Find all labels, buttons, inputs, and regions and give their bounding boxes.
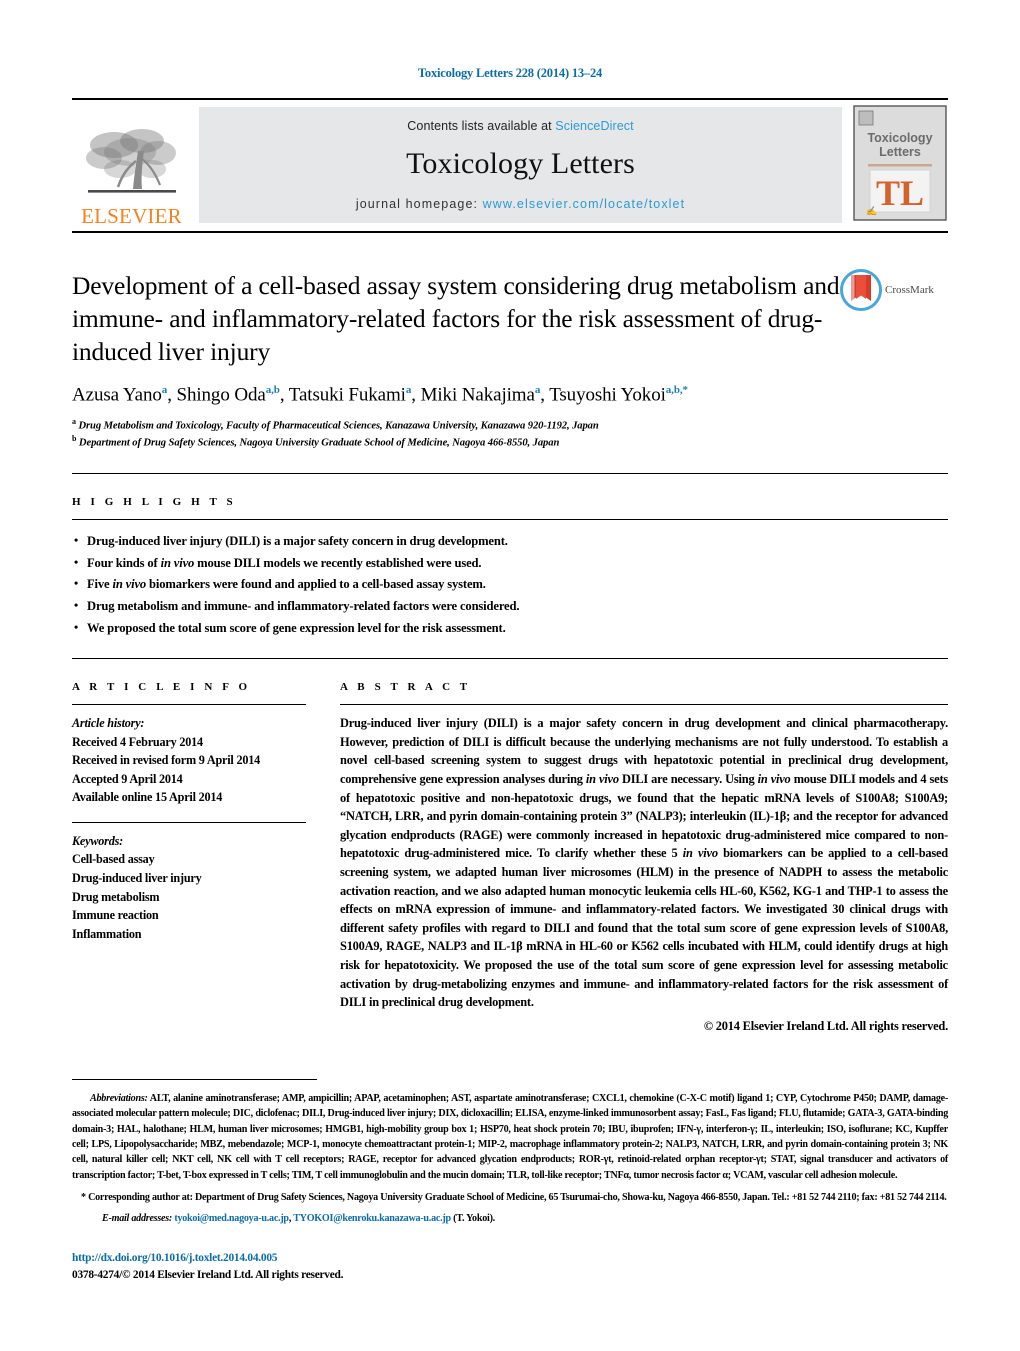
elsevier-wordmark: ELSEVIER xyxy=(81,204,182,228)
history-item: Accepted 9 April 2014 xyxy=(72,771,183,786)
doi-block: http://dx.doi.org/10.1016/j.toxlet.2014.… xyxy=(72,1250,948,1284)
list-item: We proposed the total sum score of gene … xyxy=(72,617,948,640)
history-item: Available online 15 April 2014 xyxy=(72,790,223,805)
article-history-block: Article history: Received 4 February 201… xyxy=(72,714,306,807)
article-info-heading: A R T I C L E I N F O xyxy=(72,681,251,694)
list-item: Drug metabolism and immune- and inflamma… xyxy=(72,595,948,618)
contents-box: Contents lists available at ScienceDirec… xyxy=(199,107,842,223)
keyword-item: Cell-based assay xyxy=(72,852,155,867)
author-list: Azusa Yanoa, Shingo Odaa,b, Tatsuki Fuka… xyxy=(72,384,688,406)
highlights-rule xyxy=(72,518,948,520)
journal-title: Toxicology Letters xyxy=(406,147,635,180)
homepage-url-link[interactable]: www.elsevier.com/locate/toxlet xyxy=(483,197,686,211)
keyword-item: Inflammation xyxy=(72,926,142,941)
corresponding-mark: * xyxy=(81,1191,86,1203)
email-note: E-mail addresses: tyokoi@med.nagoya-u.ac… xyxy=(72,1211,948,1226)
journal-masthead: ELSEVIER Contents lists available at Sci… xyxy=(72,98,948,233)
abbreviations-text: ALT, alanine aminotransferase; AMP, ampi… xyxy=(72,1092,948,1181)
journal-cover-thumbnail[interactable]: Toxicology Letters TL ✍ xyxy=(852,104,948,227)
article-history-label: Article history: xyxy=(72,716,145,731)
page-title: Development of a cell-based assay system… xyxy=(72,271,840,367)
keyword-item: Drug metabolism xyxy=(72,889,160,904)
keywords-block: Keywords: Cell-based assay Drug-induced … xyxy=(72,832,306,943)
affiliation-b: b Department of Drug Safety Sciences, Na… xyxy=(72,433,948,451)
svg-text:Toxicology: Toxicology xyxy=(867,131,932,145)
title-block: CrossMark Development of a cell-based as… xyxy=(72,269,948,451)
highlights-heading: H I G H L I G H T S xyxy=(72,495,237,508)
abbreviations-label: Abbreviations: xyxy=(90,1092,148,1104)
keywords-label: Keywords: xyxy=(72,833,124,848)
svg-text:✍: ✍ xyxy=(866,206,877,216)
svg-text:Letters: Letters xyxy=(879,145,921,159)
elsevier-tree-icon xyxy=(85,129,176,193)
email-suffix: (T. Yokoi). xyxy=(453,1213,495,1225)
divider-above-highlights xyxy=(72,472,948,474)
sciencedirect-link[interactable]: ScienceDirect xyxy=(555,119,633,133)
affiliation-a: a Drug Metabolism and Toxicology, Facult… xyxy=(72,416,948,434)
list-item: Drug-induced liver injury (DILI) is a ma… xyxy=(72,530,948,553)
issn-copyright-line: 0378-4274/© 2014 Elsevier Ireland Ltd. A… xyxy=(72,1268,344,1281)
email-link-2[interactable]: TYOKOI@kenroku.kanazawa-u.ac.jp xyxy=(293,1213,451,1224)
corresponding-text: Corresponding author at: Department of D… xyxy=(88,1191,947,1203)
crossmark-icon xyxy=(840,269,882,311)
contents-lists-line: Contents lists available at ScienceDirec… xyxy=(407,119,633,133)
highlights-list: Drug-induced liver injury (DILI) is a ma… xyxy=(72,530,948,640)
journal-cover-image: Toxicology Letters TL ✍ xyxy=(853,105,947,221)
divider-below-highlights xyxy=(72,658,948,660)
crossmark-label: CrossMark xyxy=(885,284,934,296)
footnotes-block: Abbreviations: ALT, alanine aminotransfe… xyxy=(72,1091,948,1227)
corresponding-author-note: * Corresponding author at: Department of… xyxy=(72,1190,948,1205)
running-head: Toxicology Letters 228 (2014) 13–24 xyxy=(417,66,603,80)
abbreviations-paragraph: Abbreviations: ALT, alanine aminotransfe… xyxy=(72,1091,948,1183)
keyword-item: Immune reaction xyxy=(72,908,159,923)
article-info-rule xyxy=(72,704,306,706)
footnote-rule xyxy=(72,1078,317,1080)
affiliations: a Drug Metabolism and Toxicology, Facult… xyxy=(72,416,948,451)
abstract-column: A B S T R A C T Drug-induced liver injur… xyxy=(340,681,948,1034)
list-item: Four kinds of in vivo mouse DILI models … xyxy=(72,552,948,575)
keyword-item: Drug-induced liver injury xyxy=(72,870,202,885)
svg-text:TL: TL xyxy=(876,173,924,213)
doi-link[interactable]: http://dx.doi.org/10.1016/j.toxlet.2014.… xyxy=(72,1250,948,1267)
abstract-text: Drug-induced liver injury (DILI) is a ma… xyxy=(340,716,948,1010)
keywords-rule xyxy=(72,821,306,823)
history-item: Received in revised form 9 April 2014 xyxy=(72,753,261,768)
email-label: E-mail addresses: xyxy=(102,1213,173,1225)
affiliation-a-text: Drug Metabolism and Toxicology, Faculty … xyxy=(78,420,599,432)
abstract-heading: A B S T R A C T xyxy=(340,681,471,694)
crossmark-badge[interactable]: CrossMark xyxy=(840,269,948,311)
abstract-rule xyxy=(340,704,948,706)
affiliation-mark-b: b xyxy=(72,434,77,444)
elsevier-logo: ELSEVIER xyxy=(72,100,191,231)
journal-homepage-line: journal homepage: www.elsevier.com/locat… xyxy=(356,197,685,211)
contents-lists-prefix: Contents lists available at xyxy=(407,119,556,133)
homepage-prefix: journal homepage: xyxy=(355,197,483,211)
affiliation-mark-a: a xyxy=(72,416,76,426)
article-first-page: Toxicology Letters 228 (2014) 13–24 ELSE… xyxy=(0,0,1020,1351)
history-item: Received 4 February 2014 xyxy=(72,734,203,749)
article-info-column: A R T I C L E I N F O Article history: R… xyxy=(72,681,340,1034)
abstract-copyright: © 2014 Elsevier Ireland Ltd. All rights … xyxy=(703,1018,948,1033)
email-link-1[interactable]: tyokoi@med.nagoya-u.ac.jp xyxy=(174,1213,289,1224)
list-item: Five in vivo biomarkers were found and a… xyxy=(72,573,948,596)
info-abstract-row: A R T I C L E I N F O Article history: R… xyxy=(72,681,948,1034)
affiliation-b-text: Department of Drug Safety Sciences, Nago… xyxy=(78,437,560,449)
